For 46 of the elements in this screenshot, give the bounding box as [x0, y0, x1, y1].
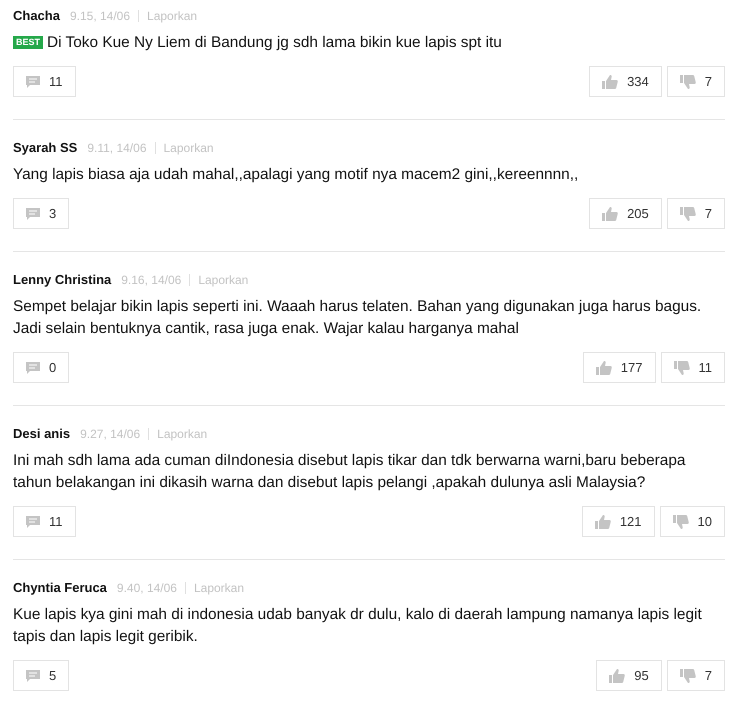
comment-text: Ini mah sdh lama ada cuman diIndonesia disebut lapis tikar dan tdk berwarna warni,baru beberapa tahun belakangan ini dikasih warna dan disebut lapis pelangi ,apakah dulunya asli Malaysia? — [13, 452, 686, 491]
thumbs-down-icon — [680, 206, 696, 220]
comment-icon — [26, 362, 40, 374]
thumbs-down-icon — [680, 668, 696, 682]
dislike-button[interactable]: 7 — [666, 198, 725, 229]
like-button[interactable]: 177 — [582, 352, 656, 383]
author-name[interactable]: Chacha — [13, 6, 60, 26]
comment-icon — [26, 516, 40, 528]
thumbs-up-icon — [609, 668, 626, 682]
thumbs-down-icon — [674, 360, 690, 374]
best-badge: BEST — [13, 36, 44, 49]
comment-time: 9.16, 14/06 — [121, 272, 182, 289]
comment-text: Sempet belajar bikin lapis seperti ini. Waaah harus telaten. Bahan yang digunakan juga harus bagus. Jadi selain bentuknya cantik, rasa juga enak. Wajar kalau harganya mahal — [13, 298, 702, 337]
comment-icon — [26, 670, 40, 682]
reply-button[interactable]: 11 — [13, 66, 76, 97]
thumbs-up-icon — [596, 360, 612, 374]
author-name[interactable]: Chyntia Feruca — [13, 578, 107, 598]
thumbs-up-icon — [594, 514, 611, 528]
comment-time: 9.15, 14/06 — [70, 8, 130, 25]
like-button[interactable]: 95 — [596, 660, 662, 691]
like-button[interactable]: 205 — [589, 198, 662, 229]
comment-icon — [26, 76, 40, 88]
author-name[interactable]: Syarah SS — [13, 138, 78, 158]
comment-time: 9.27, 14/06 — [80, 426, 140, 443]
like-button[interactable]: 121 — [582, 506, 655, 537]
reply-button[interactable]: 0 — [13, 352, 70, 383]
thumbs-up-icon — [602, 74, 618, 88]
reply-button[interactable]: 5 — [13, 660, 70, 691]
comment-text: Yang lapis biasa aja udah mahal,,apalagi yang motif nya macem2 gini,,kereennnn,, — [13, 166, 578, 183]
comment-icon — [26, 208, 40, 220]
comment-text: Kue lapis kya gini mah di indonesia udab banyak dr dulu, kalo di daerah lampung namanya lapis legit tapis dan lapis legit geribik. — [13, 606, 702, 645]
dislike-button[interactable]: 7 — [666, 66, 725, 97]
comment-time: 9.11, 14/06 — [87, 140, 146, 157]
comment-time: 9.40, 14/06 — [116, 580, 177, 597]
like-button[interactable]: 334 — [589, 66, 662, 97]
thumbs-up-icon — [602, 206, 618, 220]
author-name[interactable]: Desi anis — [13, 424, 70, 444]
thumbs-down-icon — [672, 514, 689, 528]
dislike-button[interactable]: 11 — [660, 352, 725, 383]
dislike-button[interactable]: 7 — [666, 660, 725, 691]
comment-text: Di Toko Kue Ny Liem di Bandung jg sdh lama bikin kue lapis spt itu — [47, 34, 502, 51]
thumbs-down-icon — [680, 74, 696, 88]
dislike-button[interactable]: 10 — [660, 506, 725, 537]
reply-button[interactable]: 3 — [13, 198, 70, 229]
author-name[interactable]: Lenny Christina — [13, 270, 112, 290]
reply-button[interactable]: 11 — [13, 506, 76, 537]
